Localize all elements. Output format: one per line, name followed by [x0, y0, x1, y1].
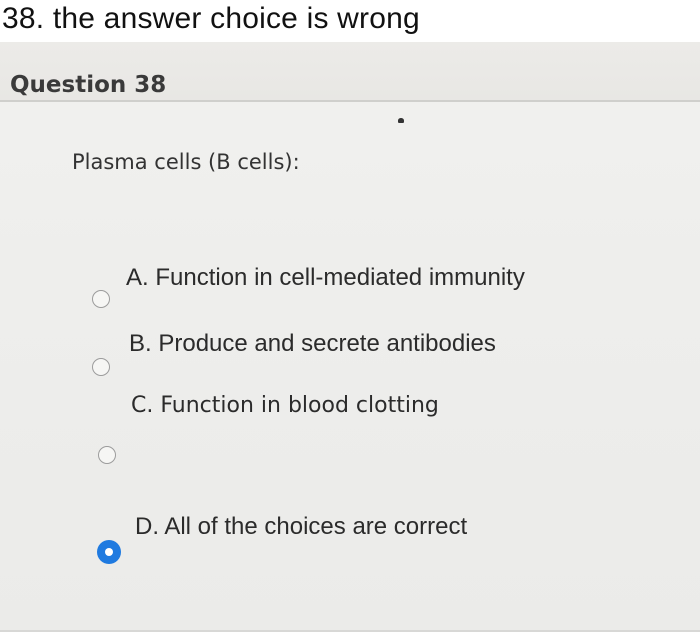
quiz-screen-photo: Question 38 Plasma cells (B cells): A. F…: [0, 42, 700, 632]
question-title: Question 38: [10, 72, 167, 98]
radio-choice-a[interactable]: [92, 290, 110, 308]
choice-d-label[interactable]: D. All of the choices are correct: [135, 513, 467, 541]
choice-a-label[interactable]: A. Function in cell-mediated immunity: [126, 264, 525, 292]
radio-choice-b[interactable]: [92, 358, 110, 376]
question-header: Question 38: [0, 42, 700, 100]
choice-c-label[interactable]: C. Function in blood clotting: [131, 393, 439, 418]
user-caption: 38. the answer choice is wrong: [2, 2, 420, 35]
mouse-pointer: [398, 118, 404, 123]
choice-b-label[interactable]: B. Produce and secrete antibodies: [129, 330, 496, 358]
header-divider: [0, 100, 700, 102]
question-prompt: Plasma cells (B cells):: [72, 150, 300, 174]
radio-choice-c[interactable]: [98, 446, 116, 464]
radio-choice-d-selected[interactable]: [97, 540, 121, 564]
